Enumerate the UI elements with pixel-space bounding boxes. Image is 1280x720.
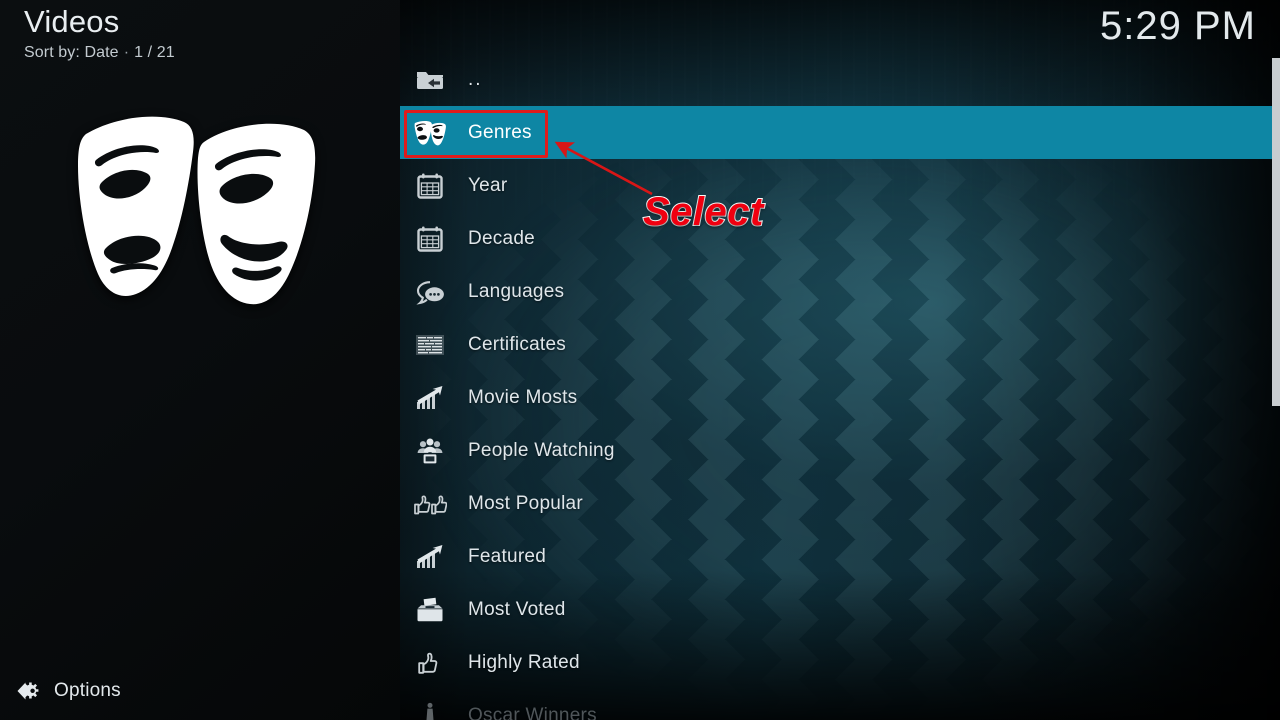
list-item-label: Genres	[468, 121, 532, 143]
list-item-label: Oscar Winners	[468, 704, 597, 720]
list-item-label: Languages	[468, 280, 565, 302]
trending-chart-icon	[404, 378, 456, 418]
list-item-label: Year	[468, 174, 508, 196]
list-item-languages[interactable]: Languages	[400, 265, 1280, 318]
list-item-label: Certificates	[468, 333, 567, 355]
list-item-label: Featured	[468, 545, 547, 567]
list-item-genres[interactable]: Genres	[400, 106, 1280, 159]
list-item-year[interactable]: Year	[400, 159, 1280, 212]
theater-masks-icon	[404, 113, 456, 153]
list-item-label: Decade	[468, 227, 535, 249]
page-subtitle: Sort by: Date · 1 / 21	[24, 42, 175, 64]
calendar-icon	[404, 219, 456, 259]
calendar-icon	[404, 166, 456, 206]
kodi-videos-screen: Videos Sort by: Date · 1 / 21 5:29 PM .. Ge…	[0, 0, 1280, 720]
list-item-label: ..	[468, 68, 483, 90]
header: Videos Sort by: Date · 1 / 21	[24, 4, 175, 64]
list-item-most-voted[interactable]: Most Voted	[400, 583, 1280, 636]
item-counter: 1 / 21	[134, 44, 175, 61]
scrollbar-thumb[interactable]	[1272, 58, 1280, 406]
list-item-label: Movie Mosts	[468, 386, 578, 408]
options-label: Options	[54, 680, 121, 701]
list-item-oscar-winners[interactable]: Oscar Winners	[400, 689, 1280, 720]
list-item-decade[interactable]: Decade	[400, 212, 1280, 265]
video-category-list[interactable]: .. Genres Year Decade Languages Certificates M…	[400, 53, 1280, 720]
document-text-icon	[404, 325, 456, 365]
list-item-highly-rated[interactable]: Highly Rated	[400, 636, 1280, 689]
trending-chart-icon	[404, 537, 456, 577]
list-item-parent-folder[interactable]: ..	[400, 53, 1280, 106]
two-thumbs-up-icon	[404, 484, 456, 524]
people-group-icon	[404, 431, 456, 471]
list-item-label: Highly Rated	[468, 651, 580, 673]
list-item-movie-mosts[interactable]: Movie Mosts	[400, 371, 1280, 424]
speech-bubble-icon	[404, 272, 456, 312]
options-bar[interactable]: Options	[0, 662, 400, 720]
oscar-statuette-icon	[404, 696, 456, 720]
chevron-gear-icon	[10, 680, 48, 702]
list-item-certificates[interactable]: Certificates	[400, 318, 1280, 371]
annotation-label: Select	[642, 189, 764, 235]
list-item-label: Most Popular	[468, 492, 583, 514]
list-item-label: Most Voted	[468, 598, 566, 620]
thumb-up-icon	[404, 643, 456, 683]
theater-masks-artwork	[72, 108, 322, 343]
list-item-people-watching[interactable]: People Watching	[400, 424, 1280, 477]
folder-back-icon	[404, 60, 456, 100]
clock: 5:29 PM	[1100, 4, 1256, 48]
list-item-label: People Watching	[468, 439, 615, 461]
list-item-featured[interactable]: Featured	[400, 530, 1280, 583]
subtitle-separator: ·	[123, 44, 130, 61]
ballot-box-icon	[404, 590, 456, 630]
list-item-most-popular[interactable]: Most Popular	[400, 477, 1280, 530]
page-title: Videos	[24, 4, 120, 39]
sort-label[interactable]: Sort by: Date	[24, 44, 119, 61]
